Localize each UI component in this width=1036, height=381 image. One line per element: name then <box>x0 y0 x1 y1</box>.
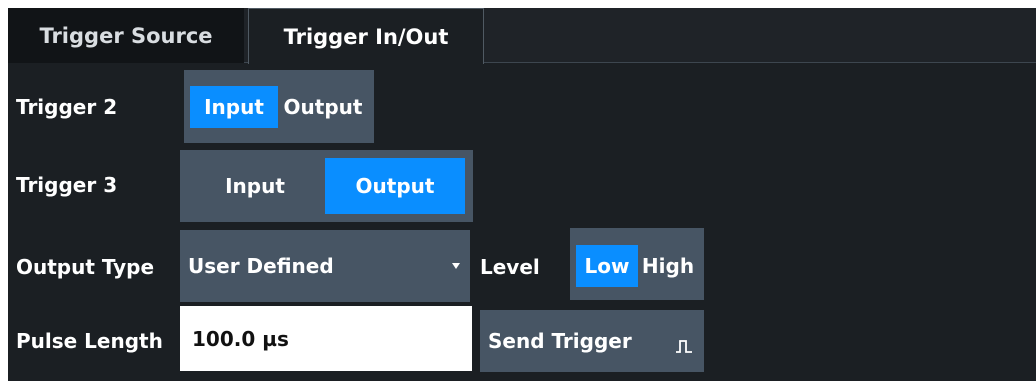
pulse-icon <box>676 334 692 358</box>
output-type-value: User Defined <box>188 254 334 278</box>
output-type-label: Output Type <box>16 255 155 279</box>
chevron-down-icon <box>452 263 460 269</box>
trigger-2-toggle: Input Output <box>184 70 374 143</box>
level-toggle: Low High <box>570 228 704 300</box>
trigger-2-input-option[interactable]: Input <box>190 86 278 128</box>
output-type-dropdown[interactable]: User Defined <box>180 230 470 302</box>
trigger-2-label: Trigger 2 <box>16 95 118 119</box>
tab-trigger-source[interactable]: Trigger Source <box>8 8 244 63</box>
tab-trigger-in-out[interactable]: Trigger In/Out <box>248 8 484 64</box>
send-trigger-label: Send Trigger <box>488 329 632 353</box>
pulse-length-label: Pulse Length <box>16 329 163 353</box>
tab-bar: Trigger Source Trigger In/Out <box>8 8 1036 64</box>
trigger-3-toggle: Input Output <box>180 150 473 222</box>
send-trigger-button[interactable]: Send Trigger <box>480 310 704 372</box>
trigger-3-label: Trigger 3 <box>16 173 118 197</box>
trigger-3-input-option[interactable]: Input <box>188 158 322 214</box>
trigger-dialog: Trigger Source Trigger In/Out Trigger 2 … <box>8 8 1036 381</box>
level-low-option[interactable]: Low <box>576 245 638 287</box>
trigger-3-output-option[interactable]: Output <box>325 158 465 214</box>
level-label: Level <box>480 255 540 279</box>
pulse-length-field[interactable]: 100.0 µs <box>180 306 472 371</box>
level-high-option[interactable]: High <box>638 245 698 287</box>
trigger-2-output-option[interactable]: Output <box>278 86 368 128</box>
